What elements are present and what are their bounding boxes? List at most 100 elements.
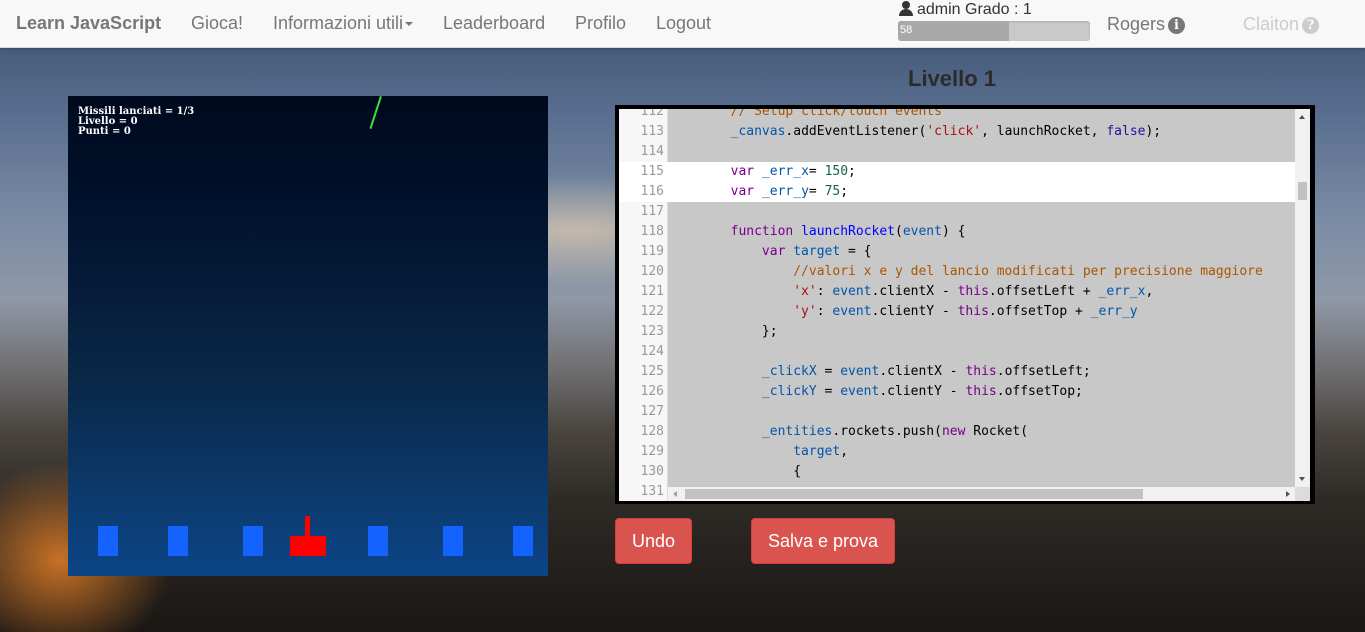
- code-line[interactable]: 115 var _err_x= 150;: [619, 162, 1295, 182]
- code-line[interactable]: 118 function launchRocket(event) {: [619, 222, 1295, 242]
- user-grade-text: admin Grado : 1: [917, 1, 1032, 18]
- help-icon[interactable]: ?: [1302, 17, 1320, 34]
- code-line[interactable]: 117: [619, 202, 1295, 222]
- code-lines[interactable]: 112 // Setup click/touch events 113 _canv…: [619, 109, 1295, 501]
- code-text[interactable]: _entities.rockets.push(new Rocket(: [668, 422, 1028, 442]
- code-line[interactable]: 126 _clickY = event.clientY - this.offse…: [619, 382, 1295, 402]
- code-line[interactable]: 125 _clickX = event.clientX - this.offse…: [619, 362, 1295, 382]
- caret-down-icon: [405, 22, 414, 27]
- nav-link-profilo[interactable]: Profilo: [575, 13, 626, 34]
- line-number: 125: [640, 364, 664, 379]
- code-line[interactable]: 121 'x': event.clientX - this.offsetLeft…: [619, 282, 1295, 302]
- code-text[interactable]: 'y': event.clientY - this.offsetTop + _e…: [668, 302, 1137, 322]
- line-number: 117: [640, 204, 664, 219]
- code-line[interactable]: 119 var target = {: [619, 242, 1295, 262]
- code-text[interactable]: _canvas.addEventListener('click', launch…: [668, 122, 1162, 142]
- info-icon[interactable]: i: [1168, 17, 1186, 34]
- save-and-test-button[interactable]: Salva e prova: [751, 518, 895, 564]
- line-number: 119: [640, 244, 664, 259]
- user-icon: [899, 1, 913, 16]
- code-text[interactable]: var target = {: [668, 242, 872, 262]
- game-canvas[interactable]: Missili lanciati = 1/3 Livello = 0 Punti…: [68, 96, 548, 576]
- line-number: 112: [640, 109, 664, 119]
- line-number: 129: [640, 444, 664, 459]
- line-number: 128: [640, 424, 664, 439]
- code-line[interactable]: 112 // Setup click/touch events: [619, 109, 1295, 122]
- code-text[interactable]: {: [668, 462, 801, 482]
- code-text[interactable]: 'x': event.clientX - this.offsetLeft + _…: [668, 282, 1153, 302]
- brand-link[interactable]: Learn JavaScript: [16, 13, 161, 34]
- line-number: 121: [640, 284, 664, 299]
- line-number: 120: [640, 264, 664, 279]
- navbar: Learn JavaScript Gioca! Informazioni uti…: [0, 0, 1365, 48]
- rival-rogers[interactable]: Rogers i: [1107, 14, 1186, 35]
- code-text[interactable]: var _err_x= 150;: [668, 162, 856, 182]
- scroll-up-arrow-icon[interactable]: [1299, 115, 1305, 119]
- line-number: 123: [640, 324, 664, 339]
- code-line[interactable]: 127: [619, 402, 1295, 422]
- editor-viewport[interactable]: 112 // Setup click/touch events 113 _canv…: [619, 109, 1310, 501]
- horizontal-scrollbar[interactable]: [668, 487, 1295, 501]
- horizontal-scroll-thumb[interactable]: [685, 489, 1143, 499]
- missile-launcher: [290, 516, 326, 556]
- level-title: Livello 1: [908, 66, 997, 91]
- line-number: 115: [640, 164, 664, 179]
- rival-claiton[interactable]: Claiton?: [1243, 14, 1320, 35]
- code-text[interactable]: //valori x e y del lancio modificati per…: [668, 262, 1263, 282]
- city-block: [243, 526, 263, 556]
- city-block: [368, 526, 388, 556]
- code-line[interactable]: 129 target,: [619, 442, 1295, 462]
- code-line[interactable]: 113 _canvas.addEventListener('click', la…: [619, 122, 1295, 142]
- code-line[interactable]: 130 {: [619, 462, 1295, 482]
- xp-progress-fill: [898, 21, 1010, 41]
- city-block: [443, 526, 463, 556]
- code-line[interactable]: 124: [619, 342, 1295, 362]
- enemy-missile-trail: [369, 96, 382, 129]
- undo-button[interactable]: Undo: [615, 518, 692, 564]
- rival-name: Claiton: [1243, 14, 1300, 34]
- game-hud: Missili lanciati = 1/3 Livello = 0 Punti…: [78, 107, 194, 137]
- code-line[interactable]: 116 var _err_y= 75;: [619, 182, 1295, 202]
- code-line[interactable]: 120 //valori x e y del lancio modificati…: [619, 262, 1295, 282]
- nav-dropdown-informazioni[interactable]: Informazioni utili: [273, 13, 414, 34]
- code-line[interactable]: 114: [619, 142, 1295, 162]
- scrollbar-corner: [1295, 487, 1310, 501]
- vertical-scrollbar[interactable]: [1295, 109, 1310, 487]
- code-text[interactable]: // Setup click/touch events: [668, 109, 942, 122]
- line-number: 122: [640, 304, 664, 319]
- code-text[interactable]: _clickX = event.clientX - this.offsetLef…: [668, 362, 1091, 382]
- code-text[interactable]: _clickY = event.clientY - this.offsetTop…: [668, 382, 1083, 402]
- nav-link-leaderboard[interactable]: Leaderboard: [443, 13, 545, 34]
- vertical-scroll-thumb[interactable]: [1298, 182, 1307, 200]
- code-text[interactable]: };: [668, 322, 778, 342]
- line-number: 114: [640, 144, 664, 159]
- line-number: 118: [640, 224, 664, 239]
- nav-link-logout[interactable]: Logout: [656, 13, 711, 34]
- scroll-left-arrow-icon[interactable]: [673, 491, 677, 497]
- code-text[interactable]: var _err_y= 75;: [668, 182, 848, 202]
- line-number: 124: [640, 344, 664, 359]
- line-number: 126: [640, 384, 664, 399]
- city-block: [513, 526, 533, 556]
- line-number: 116: [640, 184, 664, 199]
- scroll-down-arrow-icon[interactable]: [1299, 477, 1305, 481]
- code-line[interactable]: 123 };: [619, 322, 1295, 342]
- code-text[interactable]: function launchRocket(event) {: [668, 222, 966, 242]
- hud-points: Punti = 0: [78, 126, 131, 137]
- xp-progress-label: 58: [900, 24, 913, 36]
- line-number: 113: [640, 124, 664, 139]
- user-info: admin Grado : 1: [899, 1, 1032, 19]
- line-number: 131: [640, 484, 664, 499]
- nav-dropdown-label: Informazioni utili: [273, 13, 404, 33]
- scroll-right-arrow-icon[interactable]: [1286, 491, 1290, 497]
- code-text[interactable]: target,: [668, 442, 848, 462]
- launcher-base: [290, 536, 326, 556]
- code-editor[interactable]: 112 // Setup click/touch events 113 _canv…: [615, 105, 1315, 504]
- nav-link-gioca[interactable]: Gioca!: [191, 13, 243, 34]
- line-number: 127: [640, 404, 664, 419]
- code-line[interactable]: 128 _entities.rockets.push(new Rocket(: [619, 422, 1295, 442]
- launcher-barrel: [305, 516, 310, 538]
- xp-progress-bar: 58: [898, 21, 1090, 41]
- city-block: [168, 526, 188, 556]
- code-line[interactable]: 122 'y': event.clientY - this.offsetTop …: [619, 302, 1295, 322]
